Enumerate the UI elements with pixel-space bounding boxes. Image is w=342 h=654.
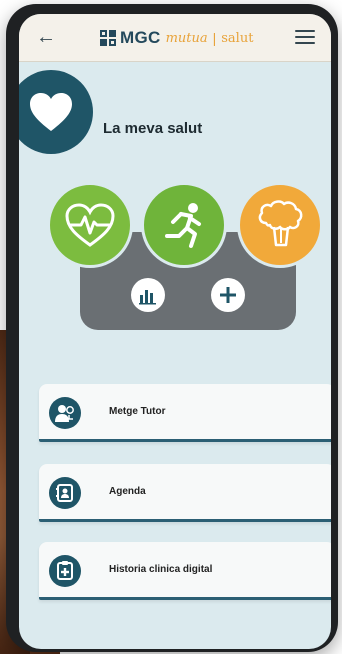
phone-frame: ← MGC mutua | salut La meva salut Metge … (6, 4, 338, 652)
list-item-label: Agenda (109, 486, 146, 497)
bar-chart-icon (139, 290, 156, 305)
list-item-agenda[interactable]: Agenda (39, 464, 331, 522)
activity-button[interactable] (141, 182, 227, 268)
list-item-metge-tutor[interactable]: Metge Tutor (39, 384, 331, 442)
broccoli-icon (258, 200, 303, 247)
brand-separator: | (212, 30, 217, 46)
heart-badge (19, 70, 93, 154)
agenda-icon (49, 477, 81, 509)
hamburger-menu-icon[interactable] (293, 26, 317, 50)
running-person-icon (165, 203, 201, 248)
heart-icon (30, 93, 72, 131)
statistics-button[interactable] (131, 278, 165, 312)
nutrition-button[interactable] (237, 182, 323, 268)
add-button[interactable] (211, 278, 245, 312)
brand-mgc-text: MGC (120, 28, 161, 47)
app-screen: ← MGC mutua | salut La meva salut Metge … (19, 14, 331, 649)
brand-salut-text: salut (221, 30, 254, 46)
heart-rate-icon (65, 203, 115, 247)
list-item-label: Metge Tutor (109, 406, 166, 417)
brand-mutua-text: mutua (165, 30, 208, 46)
page-title: La meva salut (103, 120, 203, 137)
medical-record-icon (49, 555, 81, 587)
heart-rate-button[interactable] (47, 182, 133, 268)
list-item-historia-clinica[interactable]: Historia clinica digital (39, 542, 331, 600)
back-arrow-icon[interactable]: ← (33, 24, 59, 50)
mgc-logo-icon (100, 30, 116, 46)
doctor-tutor-icon (49, 397, 81, 429)
plus-icon (220, 287, 236, 303)
list-item-label: Historia clinica digital (109, 564, 213, 575)
top-bar: ← MGC mutua | salut (19, 14, 331, 62)
brand-logo: MGC mutua | salut (99, 26, 253, 50)
